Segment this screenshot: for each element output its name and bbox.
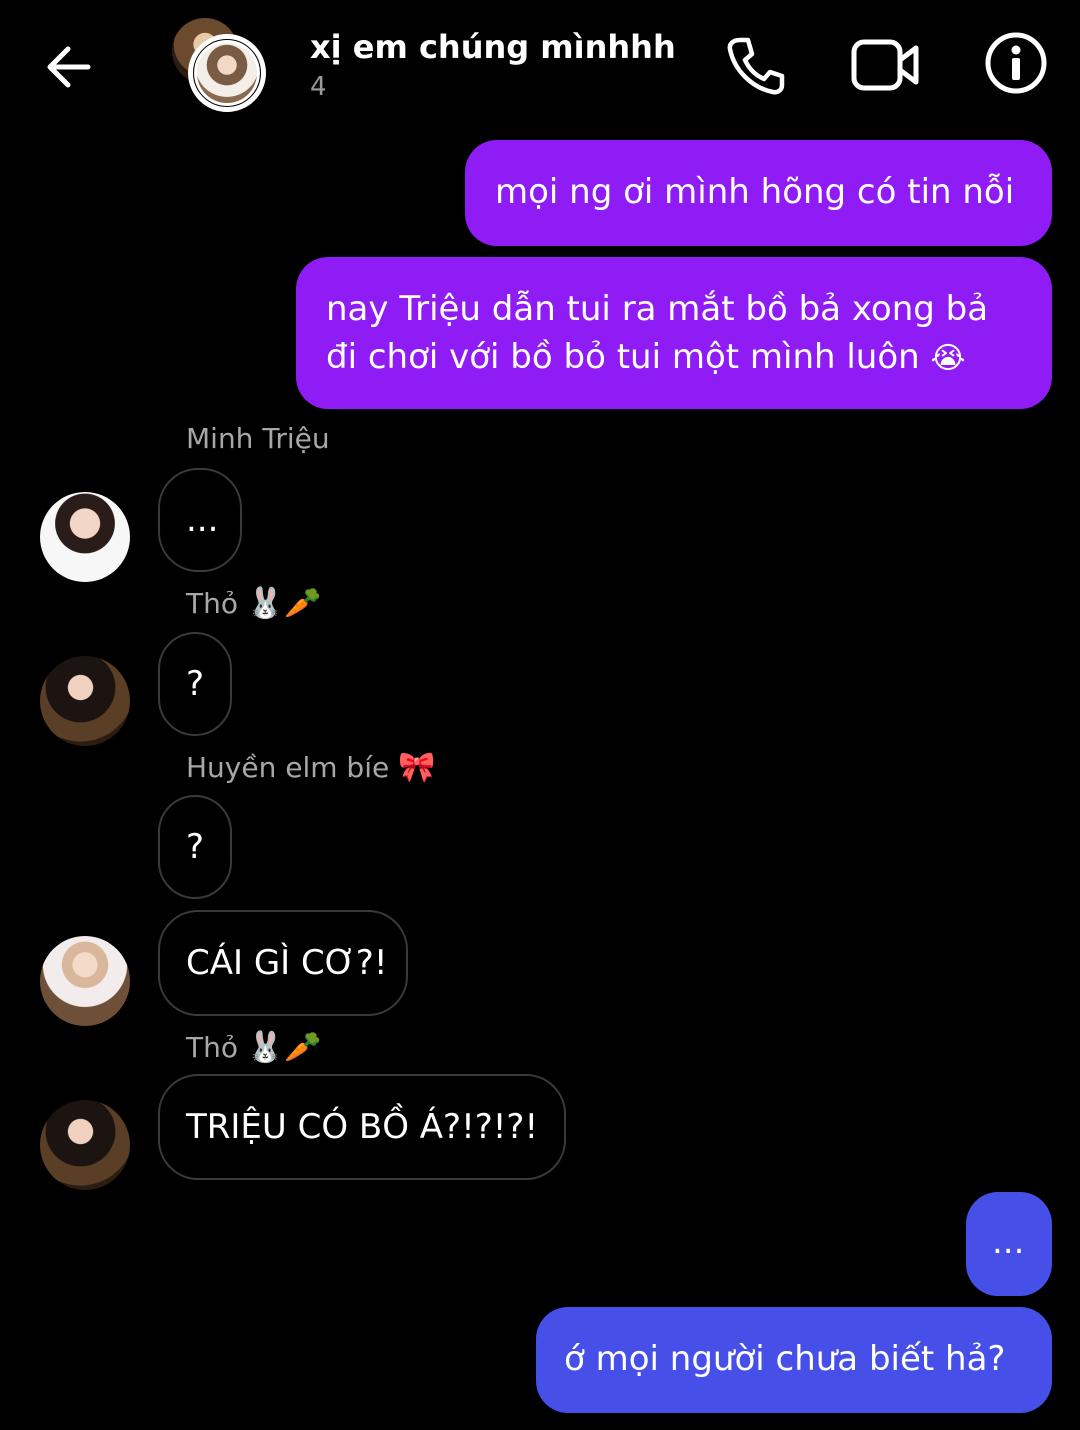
sender-emoji: 🐰🥕 [246,586,322,621]
incoming-message[interactable]: ... [158,468,242,572]
info-icon[interactable] [980,30,1052,102]
video-camera-icon[interactable] [848,30,920,102]
chat-screen: xị em chúng mìnhhh 4 mọi ng ơi mình hõng… [0,0,1080,1430]
back-arrow-icon[interactable] [40,38,98,96]
avatar-tho[interactable] [40,1100,130,1190]
member-count: 4 [310,72,327,102]
sender-name-huyen: Huyền elm bíe 🎀 [186,750,435,785]
crying-emoji: 😭 [930,341,966,376]
message-text: TRIỆU CÓ BỒ Á?!?!?! [186,1107,539,1147]
incoming-message[interactable]: CÁI GÌ CƠ?! [158,910,408,1016]
incoming-message[interactable]: ? [158,795,232,899]
sender-name: Huyền elm bíe [186,751,390,784]
outgoing-message[interactable]: ... [966,1192,1052,1296]
avatar-tho[interactable] [40,656,130,746]
incoming-message[interactable]: ? [158,632,232,736]
sender-name: Thỏ [186,587,238,620]
message-text: mọi ng ơi mình hõng có tin nỗi [495,172,1015,212]
sender-name: Thỏ [186,1031,238,1064]
message-text-line2: đi chơi với bồ bỏ tui một mình luôn 😭 [326,333,1022,383]
message-text-line1: nay Triệu dẫn tui ra mắt bồ bả xong bả [326,289,989,329]
message-text: CÁI GÌ CƠ?! [186,943,388,983]
sender-emoji: 🐰🥕 [246,1030,322,1065]
message-text: ? [186,827,205,867]
sender-name-tho: Thỏ 🐰🥕 [186,586,322,621]
message-text: ... [186,500,219,540]
message-text: ớ mọi người chưa biết hả? [564,1339,1006,1379]
group-avatar[interactable] [172,18,272,118]
message-text-line2-text: đi chơi với bồ bỏ tui một mình luôn [326,337,920,377]
phone-icon[interactable] [718,30,790,102]
outgoing-message[interactable]: ớ mọi người chưa biết hả? [536,1307,1052,1413]
avatar-ring [188,34,266,112]
sender-name: Minh Triệu [186,422,330,455]
sender-name-tho-2: Thỏ 🐰🥕 [186,1030,322,1065]
outgoing-message[interactable]: nay Triệu dẫn tui ra mắt bồ bả xong bả đ… [296,257,1052,409]
avatar-minh-trieu[interactable] [40,492,130,582]
incoming-message[interactable]: TRIỆU CÓ BỒ Á?!?!?! [158,1074,566,1180]
avatar-huyen[interactable] [40,936,130,1026]
outgoing-message[interactable]: mọi ng ơi mình hõng có tin nỗi [465,140,1052,246]
group-name[interactable]: xị em chúng mìnhhh [310,28,676,66]
message-text: ? [186,664,205,704]
message-text: ... [992,1222,1025,1262]
sender-emoji: 🎀 [398,750,436,785]
